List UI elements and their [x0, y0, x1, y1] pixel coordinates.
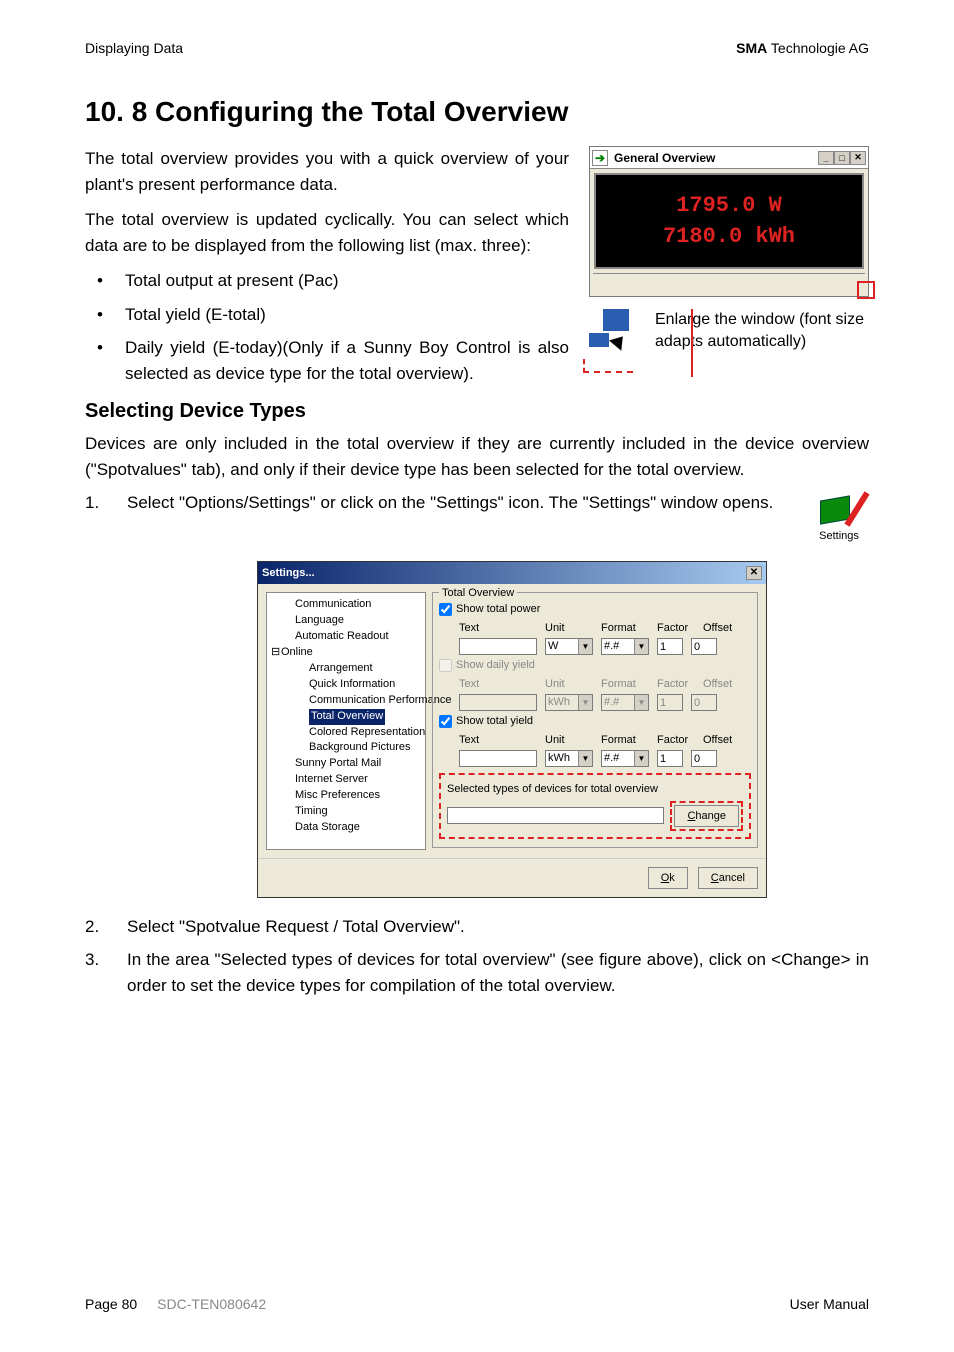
arrow-right-icon: ➔	[592, 150, 608, 166]
minimize-button[interactable]: _	[818, 151, 834, 165]
unit-select-1: kWh▼	[545, 694, 593, 711]
bullet-pac: Total output at present (Pac)	[85, 268, 569, 294]
ok-button[interactable]: Ok	[648, 867, 688, 889]
tree-item-arrangement[interactable]: Arrangement	[271, 661, 421, 677]
text-input-1	[459, 694, 537, 711]
checkbox-label-2: Show total yield	[456, 713, 533, 730]
header-company: Technologie AG	[767, 40, 869, 56]
checkbox-2[interactable]	[439, 715, 452, 728]
checkbox-label-1: Show daily yield	[456, 657, 535, 674]
tree-item-background-pictures[interactable]: Background Pictures	[271, 740, 421, 756]
bullet-etoday: Daily yield (E-today)(Only if a Sunny Bo…	[85, 335, 569, 386]
cancel-button[interactable]: Cancel	[698, 867, 758, 889]
unit-select-0[interactable]: W▼	[545, 638, 593, 655]
tree-item-total-overview[interactable]: Total Overview	[271, 709, 421, 725]
format-select-0[interactable]: #.#▼	[601, 638, 649, 655]
checkbox-0[interactable]	[439, 603, 452, 616]
intro-paragraph-2: The total overview is updated cyclically…	[85, 207, 569, 258]
footer-doc-id: SDC-TEN080642	[157, 1296, 266, 1312]
step-1-text: Select "Options/Settings" or click on th…	[127, 490, 797, 516]
settings-tree[interactable]: CommunicationLanguageAutomatic Readout⊟O…	[266, 592, 426, 850]
header-brand: SMA	[736, 40, 767, 56]
lcd-value-yield: 7180.0 kWh	[604, 224, 854, 249]
settings-dialog-title: Settings...	[262, 565, 315, 582]
overview-window-title: General Overview	[614, 151, 818, 165]
step-3-text: In the area "Selected types of devices f…	[85, 947, 869, 998]
offset-input-2[interactable]	[691, 750, 717, 767]
tree-item-colored-representation[interactable]: Colored Representation	[271, 725, 421, 741]
page-title: 10. 8 Configuring the Total Overview	[85, 96, 869, 128]
factor-input-2[interactable]	[657, 750, 683, 767]
tree-item-timing[interactable]: Timing	[271, 804, 421, 820]
step-2-text: Select "Spotvalue Request / Total Overvi…	[85, 914, 869, 940]
factor-input-1	[657, 694, 683, 711]
checkbox-label-0: Show total power	[456, 601, 540, 618]
enlarge-window-icon	[589, 309, 637, 353]
tree-item-misc-preferences[interactable]: Misc Preferences	[271, 788, 421, 804]
tree-item-language[interactable]: Language	[271, 613, 421, 629]
chevron-down-icon: ▼	[634, 751, 648, 766]
tree-item-automatic-readout[interactable]: Automatic Readout	[271, 629, 421, 645]
checkbox-1	[439, 659, 452, 672]
selected-types-input[interactable]	[447, 807, 664, 824]
text-input-0[interactable]	[459, 638, 537, 655]
unit-select-2[interactable]: kWh▼	[545, 750, 593, 767]
chevron-down-icon: ▼	[578, 639, 592, 654]
format-select-1: #.#▼	[601, 694, 649, 711]
factor-input-0[interactable]	[657, 638, 683, 655]
selected-types-highlight: Selected types of devices for total over…	[439, 773, 751, 839]
status-bar	[593, 273, 865, 293]
format-select-2[interactable]: #.#▼	[601, 750, 649, 767]
tree-item-sunny-portal-mail[interactable]: Sunny Portal Mail	[271, 756, 421, 772]
chevron-down-icon: ▼	[634, 695, 648, 710]
tree-item-quick-information[interactable]: Quick Information	[271, 677, 421, 693]
lcd-display: 1795.0 W 7180.0 kWh	[594, 173, 864, 269]
resize-handle-highlight	[857, 281, 875, 299]
settings-dialog: Settings... ✕ CommunicationLanguageAutom…	[257, 561, 767, 898]
tree-item-communication[interactable]: Communication	[271, 597, 421, 613]
settings-icon-caption: Settings	[809, 528, 869, 545]
change-button-highlight: Change	[670, 801, 743, 831]
general-overview-window: ➔ General Overview _ □ ✕ 1795.0 W 7180.0…	[589, 146, 869, 297]
footer-page: Page 80	[85, 1296, 137, 1312]
bullet-etotal: Total yield (E-total)	[85, 302, 569, 328]
intro-paragraph-1: The total overview provides you with a q…	[85, 146, 569, 197]
devices-paragraph: Devices are only included in the total o…	[85, 431, 869, 482]
close-button[interactable]: ✕	[850, 151, 866, 165]
chevron-down-icon: ▼	[578, 751, 592, 766]
offset-input-1	[691, 694, 717, 711]
tree-item-internet-server[interactable]: Internet Server	[271, 772, 421, 788]
tree-item-communication-performance[interactable]: Communication Performance	[271, 693, 421, 709]
text-input-2[interactable]	[459, 750, 537, 767]
tree-item-data-storage[interactable]: Data Storage	[271, 820, 421, 836]
change-button[interactable]: Change	[674, 805, 739, 827]
chevron-down-icon: ▼	[634, 639, 648, 654]
header-section-left: Displaying Data	[85, 40, 183, 56]
header-section-right: SMA Technologie AG	[736, 40, 869, 56]
offset-input-0[interactable]	[691, 638, 717, 655]
callout-text: Enlarge the window (font size adapts aut…	[647, 309, 869, 352]
settings-icon[interactable]	[820, 490, 858, 526]
lcd-value-power: 1795.0 W	[604, 193, 854, 218]
selected-types-label: Selected types of devices for total over…	[447, 781, 743, 798]
close-icon[interactable]: ✕	[746, 566, 762, 580]
chevron-down-icon: ▼	[578, 695, 592, 710]
maximize-button[interactable]: □	[834, 151, 850, 165]
groupbox-label: Total Overview	[439, 585, 517, 602]
subheading-device-types: Selecting Device Types	[85, 400, 869, 423]
footer-right: User Manual	[790, 1296, 869, 1312]
tree-item-online[interactable]: ⊟Online	[271, 645, 421, 661]
